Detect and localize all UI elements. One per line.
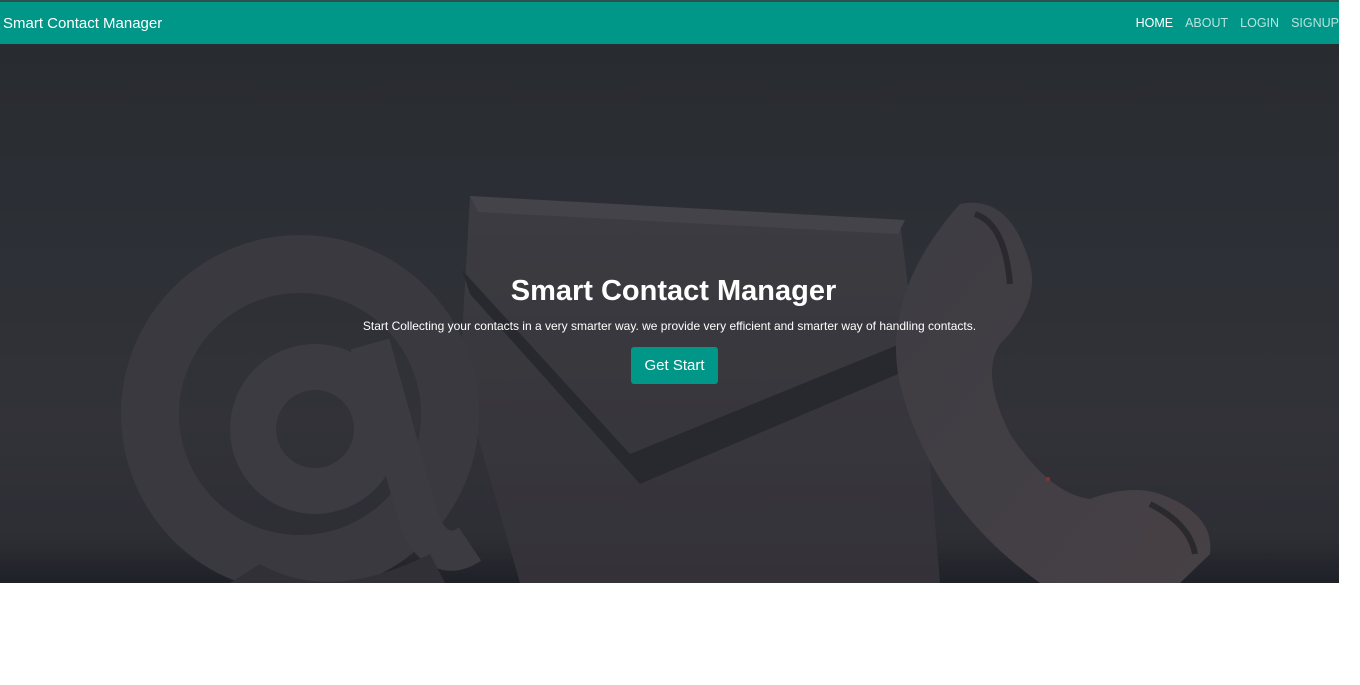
hero-banner: Smart Contact Manager Start Collecting y…	[0, 44, 1339, 583]
nav-links: HOME ABOUT LOGIN SIGNUP	[1124, 2, 1339, 44]
top-navbar: Smart Contact Manager HOME ABOUT LOGIN S…	[0, 0, 1339, 44]
brand-link[interactable]: Smart Contact Manager	[0, 15, 162, 32]
nav-login-link[interactable]: LOGIN	[1240, 16, 1279, 30]
hero-subtitle: Start Collecting your contacts in a very…	[362, 319, 977, 333]
nav-about-link[interactable]: ABOUT	[1185, 16, 1228, 30]
nav-home-link[interactable]: HOME	[1136, 16, 1174, 30]
get-start-button[interactable]: Get Start	[631, 347, 718, 384]
hero-content: Smart Contact Manager Start Collecting y…	[0, 274, 1339, 384]
hero-title: Smart Contact Manager	[510, 275, 837, 307]
nav-signup-link[interactable]: SIGNUP	[1291, 16, 1339, 30]
